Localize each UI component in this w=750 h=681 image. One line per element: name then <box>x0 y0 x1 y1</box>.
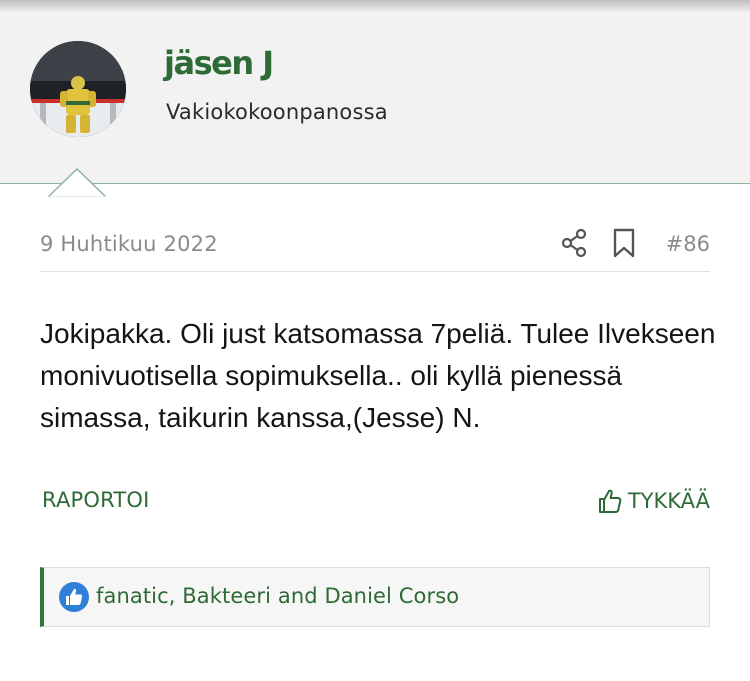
bookmark-icon <box>613 228 635 258</box>
post-meta: 9 Huhtikuu 2022 #86 <box>40 222 710 272</box>
avatar[interactable] <box>30 41 126 137</box>
bubble-pointer <box>48 168 106 198</box>
like-label: TYKKÄÄ <box>627 489 710 513</box>
post-body: Jokipakka. Oli just katsomassa 7peliä. T… <box>40 318 716 433</box>
top-shadow <box>0 0 750 12</box>
reactions-bar: fanatic, Bakteeri and Daniel Corso <box>40 567 710 627</box>
user-header: jäsen J Vakiokokoonpanossa <box>0 12 750 198</box>
post-actions: RAPORTOI TYKKÄÄ <box>40 486 710 520</box>
reaction-users[interactable]: fanatic, Bakteeri and Daniel Corso <box>96 584 459 608</box>
share-button[interactable] <box>559 228 589 258</box>
report-button[interactable]: RAPORTOI <box>42 488 150 512</box>
like-reaction-icon <box>59 582 89 612</box>
bookmark-button[interactable] <box>611 228 637 258</box>
share-icon <box>561 228 587 258</box>
username[interactable]: jäsen J <box>164 44 274 82</box>
post-number[interactable]: #86 <box>666 232 710 256</box>
user-title: Vakiokokoonpanossa <box>166 100 388 124</box>
thumbs-up-icon <box>598 489 622 513</box>
like-button[interactable]: TYKKÄÄ <box>598 488 710 514</box>
post-date[interactable]: 9 Huhtikuu 2022 <box>40 232 218 256</box>
